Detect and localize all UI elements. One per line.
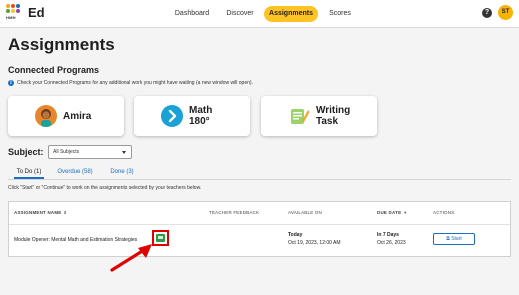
header-divider [9, 224, 510, 225]
brand-label: HMH [6, 15, 16, 20]
column-header-actions: ACTIONS [433, 210, 455, 215]
column-header-assignment-name[interactable]: ASSIGNMENT NAME ⇕ [14, 210, 67, 215]
due-day: In 7 Days [377, 232, 399, 238]
program-card-writing-task[interactable]: Writing Task [261, 96, 377, 136]
external-link-icon: ⧉ [446, 236, 450, 242]
avatar[interactable]: ST [498, 5, 513, 20]
program-name-line1: Math [189, 105, 213, 116]
connected-info-text: Check your Connected Programs for any ad… [17, 80, 253, 86]
help-icon[interactable]: ? [482, 8, 492, 18]
top-navigation-bar: HMH Ed Dashboard Discover Assignments Sc… [0, 0, 519, 28]
available-day: Today [288, 232, 303, 238]
program-card-math180[interactable]: Math 180° [134, 96, 250, 136]
sort-icon: ⇕ [63, 210, 68, 215]
tab-to-do[interactable]: To Do (1) [14, 167, 44, 179]
program-name-line1: Writing [316, 105, 351, 116]
subject-label: Subject: [8, 147, 44, 157]
column-header-teacher-feedback: TEACHER FEEDBACK [209, 210, 260, 215]
due-date: Oct 26, 2023 [377, 240, 406, 246]
available-date: Oct 19, 2023, 12:00 AM [288, 240, 341, 246]
assignments-table: ASSIGNMENT NAME ⇕ TEACHER FEEDBACK AVAILA… [8, 201, 511, 257]
info-icon: i [8, 79, 14, 86]
program-card-amira[interactable]: Amira [8, 96, 124, 136]
amira-icon [35, 105, 57, 127]
tab-overdue[interactable]: Overdue (58) [54, 167, 96, 179]
sort-down-icon: ▼ [403, 210, 408, 215]
page-title: Assignments [8, 35, 115, 54]
app-name: Ed [28, 5, 45, 20]
start-button-label: Start [451, 236, 462, 242]
writing-task-icon [288, 105, 310, 127]
chevron-down-icon [122, 151, 126, 154]
nav-assignments[interactable]: Assignments [264, 6, 318, 22]
column-header-available-on: AVAILABLE ON [288, 210, 322, 215]
header-label: DUE DATE [377, 210, 402, 215]
tab-done[interactable]: Done (3) [106, 167, 138, 179]
nav-dashboard[interactable]: Dashboard [170, 6, 214, 22]
subject-select[interactable]: All Subjects [48, 145, 132, 159]
instructions-text: Click "Start" or "Continue" to work on t… [8, 185, 202, 191]
header-label: ASSIGNMENT NAME [14, 210, 62, 215]
program-name: Amira [63, 111, 92, 122]
connected-programs-title: Connected Programs [8, 65, 100, 75]
hmh-logo: HMH [6, 4, 24, 22]
column-header-due-date[interactable]: DUE DATE ▼ [377, 210, 407, 215]
connected-programs-info: i Check your Connected Programs for any a… [8, 79, 253, 87]
math180-icon [161, 105, 183, 127]
nav-discover[interactable]: Discover [220, 6, 260, 22]
program-name-line2: 180° [189, 116, 210, 127]
subject-selected-value: All Subjects [53, 149, 80, 155]
tab-divider [8, 179, 511, 180]
nav-scores[interactable]: Scores [322, 6, 358, 22]
program-name-line2: Task [316, 116, 339, 127]
start-button[interactable]: ⧉ Start [433, 233, 475, 245]
red-arrow-annotation [110, 244, 152, 272]
